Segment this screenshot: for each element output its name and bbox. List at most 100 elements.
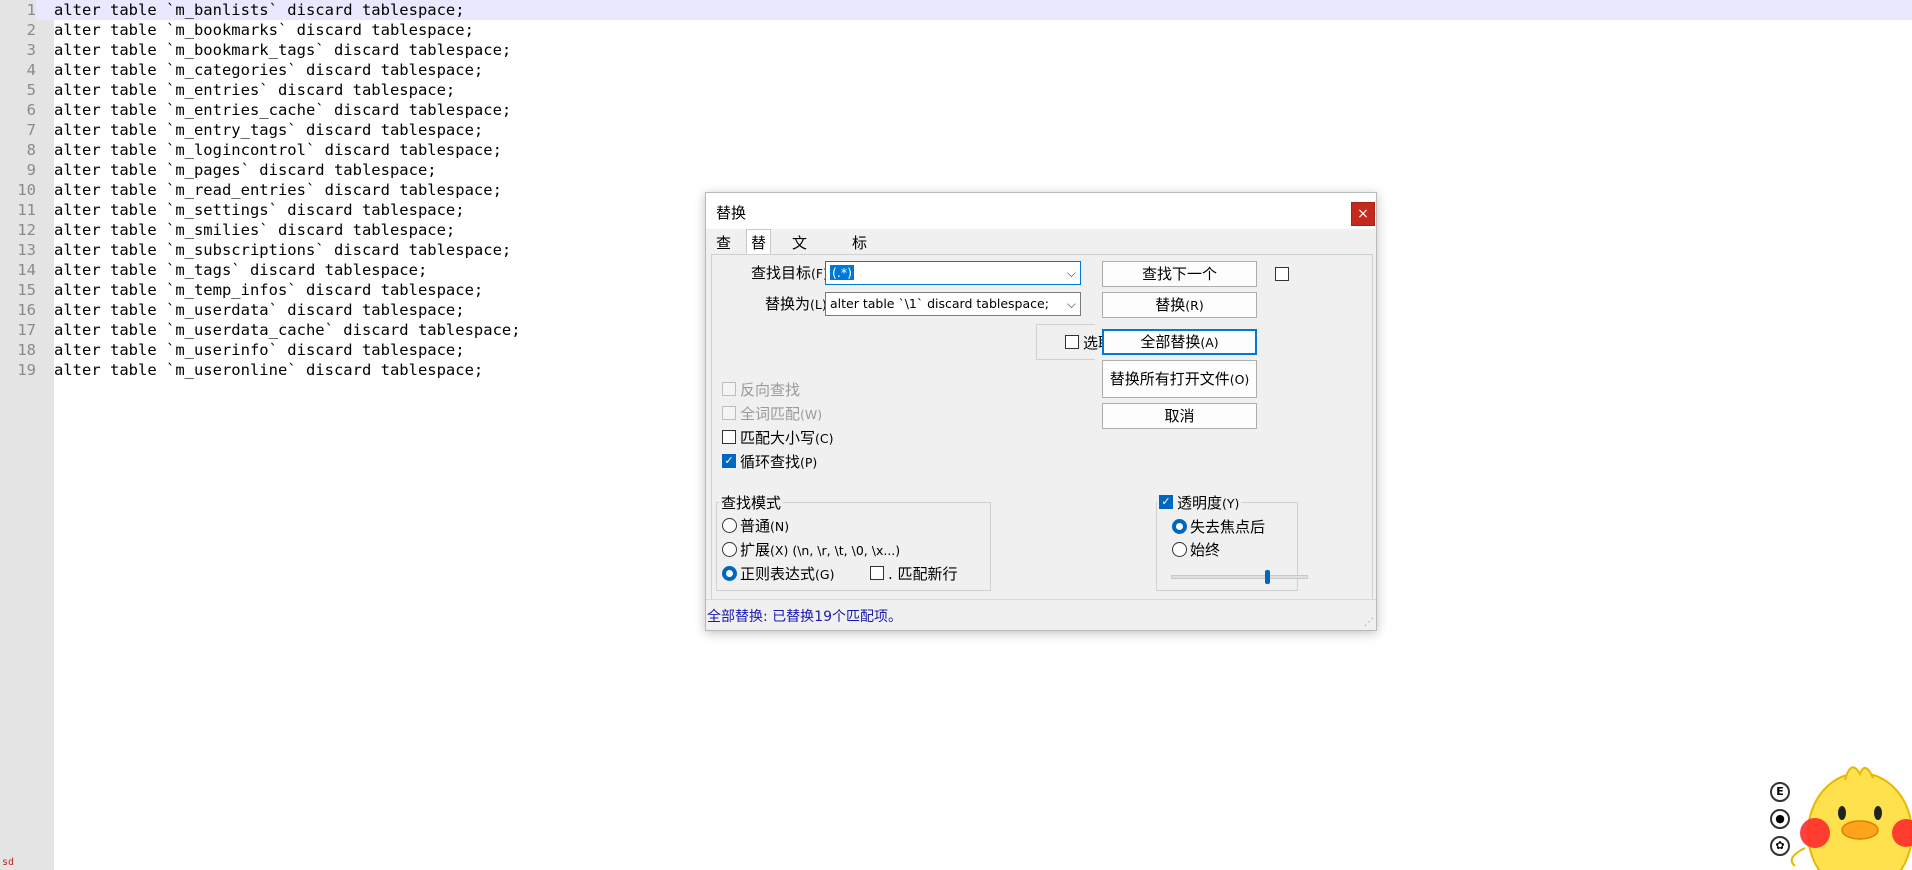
line-number: 15 [0,280,36,300]
replace-with-value: alter table `\1` discard tablespace; [830,296,1049,311]
line-text[interactable]: alter table `m_entries` discard tablespa… [54,80,455,100]
dialog-title: 替换 [716,204,747,222]
find-what-value: (.*) [830,265,854,280]
search-mode-title: 查找模式 [719,492,784,513]
line-text[interactable]: alter table `m_smilies` discard tablespa… [54,220,455,240]
mode-normal-label: 普通(N) [740,517,790,535]
whole-word-label: 全词匹配(W) [740,405,823,423]
line-number: 17 [0,320,36,340]
line-number: 9 [0,160,36,180]
line-text[interactable]: alter table `m_tags` discard tablespace; [54,260,427,280]
line-text[interactable]: alter table `m_userdata_cache` discard t… [54,320,521,340]
find-next-extra-checkbox[interactable] [1275,267,1289,281]
line-text[interactable]: alter table `m_settings` discard tablesp… [54,200,465,220]
find-next-button[interactable]: 查找下一个 [1102,261,1257,287]
replace-with-combobox[interactable]: alter table `\1` discard tablespace; ⌵ [825,292,1081,316]
chevron-down-icon[interactable]: ⌵ [1067,262,1076,284]
line-text[interactable]: alter table `m_logincontrol` discard tab… [54,140,502,160]
transparency-slider-track[interactable] [1171,575,1308,579]
editor-line[interactable]: 8 alter table `m_logincontrol` discard ta… [0,140,1912,160]
tab-find-in-files[interactable]: 文件查找 [788,231,811,324]
backward-checkbox[interactable] [722,382,736,396]
transparency-always-label: 始终 [1190,541,1221,559]
line-number: 14 [0,260,36,280]
resize-grip-icon[interactable]: ⋰ [1364,617,1374,628]
find-label: 查找目标(F) : [751,264,836,282]
tab-find[interactable]: 查找 [712,231,735,276]
close-button[interactable]: × [1351,202,1375,226]
editor-line[interactable]: 5 alter table `m_entries` discard tablesp… [0,80,1912,100]
dialog-titlebar[interactable]: 替换 × [706,193,1376,229]
mode-regex-label: 正则表达式(G) [740,565,835,583]
line-text[interactable]: alter table `m_bookmark_tags` discard ta… [54,40,511,60]
editor-line[interactable]: 7 alter table `m_entry_tags` discard tabl… [0,120,1912,140]
replace-dialog: 替换 × 查找 替换 文件查找 标记 查找目标(F) : (.*) ⌵ 查找下一… [705,192,1377,631]
line-text[interactable]: alter table `m_categories` discard table… [54,60,483,80]
transparency-slider-thumb[interactable] [1264,570,1270,584]
editor-line[interactable]: 3 alter table `m_bookmark_tags` discard t… [0,40,1912,60]
line-number: 10 [0,180,36,200]
line-text[interactable]: alter table `m_useronline` discard table… [54,360,483,380]
line-text[interactable]: alter table `m_subscriptions` discard ta… [54,240,511,260]
transparency-always-radio[interactable] [1172,542,1187,557]
replace-result-status: 全部替换: 已替换19个匹配项。 [707,609,902,625]
tab-mark[interactable]: 标记 [848,231,871,276]
line-number: 16 [0,300,36,320]
line-text[interactable]: alter table `m_temp_infos` discard table… [54,280,483,300]
transparency-on-lose-focus-radio[interactable] [1172,519,1187,534]
line-number: 8 [0,140,36,160]
line-number: 12 [0,220,36,240]
line-number: 13 [0,240,36,260]
line-text[interactable]: alter table `m_bookmarks` discard tables… [54,20,474,40]
status-mark: sd [2,857,15,868]
match-case-checkbox[interactable] [722,430,736,444]
line-number: 1 [0,0,36,20]
match-case-label: 匹配大小写(C) [740,429,834,447]
wrap-around-label: 循环查找(P) [740,453,818,471]
whole-word-checkbox[interactable] [722,406,736,420]
dialog-status-bar: 全部替换: 已替换19个匹配项。 ⋰ [706,599,1376,630]
line-number: 11 [0,200,36,220]
line-text[interactable]: alter table `m_entry_tags` discard table… [54,120,483,140]
replace-button[interactable]: 替换(R) [1102,292,1257,318]
cancel-button[interactable]: 取消 [1102,403,1257,429]
mode-normal-radio[interactable] [722,518,737,533]
wrap-around-checkbox[interactable]: ✓ [722,454,736,468]
editor-line[interactable]: 4 alter table `m_categories` discard tabl… [0,60,1912,80]
find-what-combobox[interactable]: (.*) ⌵ [825,261,1081,285]
chevron-down-icon[interactable]: ⌵ [1067,293,1076,315]
dot-matches-newline-checkbox[interactable] [870,566,884,580]
backward-label: 反向查找 [740,381,801,399]
line-number: 4 [0,60,36,80]
editor-line[interactable]: 6 alter table `m_entries_cache` discard t… [0,100,1912,120]
replace-all-open-docs-button[interactable]: 替换所有打开文件(O) [1102,360,1257,398]
line-number: 3 [0,40,36,60]
mode-extended-radio[interactable] [722,542,737,557]
editor-line[interactable]: 9 alter table `m_pages` discard tablespac… [0,160,1912,180]
line-text[interactable]: alter table `m_pages` discard tablespace… [54,160,437,180]
replace-tab-panel: 查找目标(F) : (.*) ⌵ 查找下一个 替换为(L) : alter ta… [711,254,1373,601]
line-number: 18 [0,340,36,360]
close-icon: × [1357,206,1369,222]
line-number: 19 [0,360,36,380]
transparency-checkbox[interactable]: ✓ [1157,493,1175,511]
duck-mascot-image[interactable] [1765,738,1912,870]
line-text[interactable]: alter table `m_banlists` discard tablesp… [54,0,465,20]
dot-matches-newline-label: . 匹配新行 [888,565,958,583]
line-text[interactable]: alter table `m_userdata` discard tablesp… [54,300,465,320]
mode-extended-label: 扩展(X) (\n, \r, \t, \0, \x...) [740,541,901,559]
editor-line[interactable]: 2 alter table `m_bookmarks` discard table… [0,20,1912,40]
line-number: 2 [0,20,36,40]
line-text[interactable]: alter table `m_userinfo` discard tablesp… [54,340,465,360]
replace-all-button[interactable]: 全部替换(A) [1102,329,1257,355]
line-number: 6 [0,100,36,120]
line-text[interactable]: alter table `m_entries_cache` discard ta… [54,100,511,120]
in-selection-checkbox[interactable] [1065,335,1079,349]
editor-line[interactable]: 1 alter table `m_banlists` discard tables… [0,0,1912,20]
line-number: 5 [0,80,36,100]
line-number: 7 [0,120,36,140]
transparency-label: 透明度(Y) [1175,492,1242,513]
line-text[interactable]: alter table `m_read_entries` discard tab… [54,180,502,200]
mode-regex-radio[interactable] [722,566,737,581]
transparency-on-lose-focus-label: 失去焦点后 [1190,518,1266,536]
